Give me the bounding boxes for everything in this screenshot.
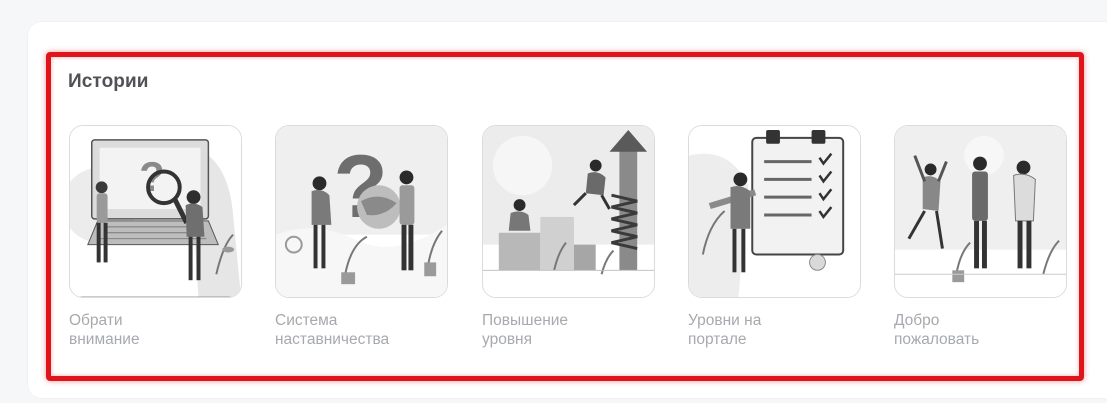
- story-label-line2: внимание: [69, 331, 140, 348]
- story-thumbnail[interactable]: ?: [69, 125, 242, 298]
- story-item-attention[interactable]: ? Обрати внимание: [69, 125, 245, 349]
- story-thumbnail[interactable]: ?: [275, 125, 448, 298]
- welcome-illustration-icon: [895, 126, 1066, 297]
- story-item-welcome[interactable]: Добро пожаловать: [894, 125, 1070, 349]
- mentoring-illustration-icon: ?: [276, 126, 447, 297]
- story-label: Повышение уровня: [482, 311, 662, 349]
- story-item-mentoring[interactable]: ? Система наставничества: [275, 125, 451, 349]
- story-label-line2: портале: [688, 331, 747, 348]
- story-label-line1: Система: [275, 312, 338, 329]
- story-label-line2: пожаловать: [894, 331, 980, 348]
- section-title: Истории: [68, 71, 149, 92]
- story-item-level-up[interactable]: Повышение уровня: [482, 125, 658, 349]
- story-label-line2: наставничества: [275, 331, 390, 348]
- story-label: Уровни на портале: [688, 311, 868, 349]
- story-item-portal-levels[interactable]: Уровни на портале: [688, 125, 864, 349]
- story-thumbnail[interactable]: [894, 125, 1067, 298]
- story-label-line1: Добро: [894, 312, 940, 329]
- stories-list: ? Обрати внимание ? Система наставничест…: [69, 125, 1079, 365]
- level-up-illustration-icon: [483, 126, 654, 297]
- story-label-line2: уровня: [482, 331, 533, 348]
- story-label-line1: Уровни на: [688, 312, 762, 329]
- story-label: Обрати внимание: [69, 311, 249, 349]
- story-label: Добро пожаловать: [894, 311, 1074, 349]
- story-thumbnail[interactable]: [688, 125, 861, 298]
- story-label-line1: Обрати: [69, 312, 123, 329]
- story-label-line1: Повышение: [482, 312, 569, 329]
- story-label: Система наставничества: [275, 311, 455, 349]
- story-thumbnail[interactable]: [482, 125, 655, 298]
- portal-levels-illustration-icon: [689, 126, 860, 297]
- attention-illustration-icon: ?: [70, 126, 241, 297]
